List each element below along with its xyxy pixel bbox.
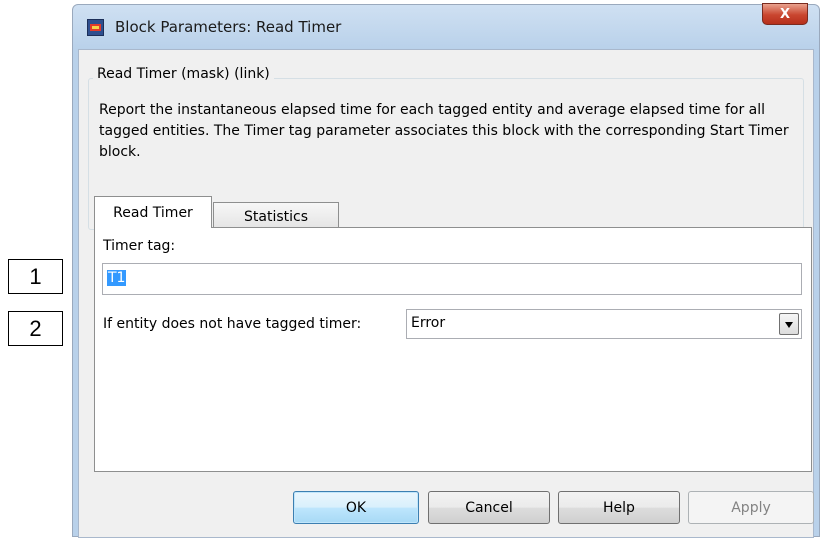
timer-tag-label: Timer tag: — [103, 238, 176, 254]
entity-timer-label: If entity does not have tagged timer: — [103, 316, 362, 332]
tab-statistics[interactable]: Statistics — [213, 202, 339, 230]
simulink-app-icon — [87, 19, 104, 36]
dialog-client-area: Read Timer (mask) (link) Report the inst… — [78, 49, 814, 538]
group-title: Read Timer (mask) (link) — [93, 66, 274, 82]
window-title: Block Parameters: Read Timer — [115, 18, 342, 36]
timer-tag-input[interactable]: T1 — [102, 263, 802, 295]
chevron-down-icon[interactable] — [779, 313, 799, 335]
title-bar[interactable]: Block Parameters: Read Timer X — [73, 3, 819, 49]
close-button[interactable]: X — [762, 3, 808, 25]
ok-button[interactable]: OK — [293, 491, 419, 524]
annotation-1: 1 — [8, 259, 63, 294]
block-description: Report the instantaneous elapsed time fo… — [99, 102, 789, 160]
cancel-button[interactable]: Cancel — [428, 491, 550, 524]
annotation-2: 2 — [8, 311, 63, 346]
apply-button[interactable]: Apply — [688, 491, 814, 524]
timer-tag-value: T1 — [107, 270, 127, 286]
block-parameters-dialog: Block Parameters: Read Timer X Read Time… — [72, 3, 820, 538]
entity-timer-dropdown[interactable]: Error — [406, 309, 802, 339]
tab-read-timer[interactable]: Read Timer — [94, 196, 212, 228]
entity-timer-value: Error — [411, 315, 446, 331]
tab-panel: Timer tag: T1 If entity does not have ta… — [94, 227, 812, 472]
help-button[interactable]: Help — [558, 491, 680, 524]
